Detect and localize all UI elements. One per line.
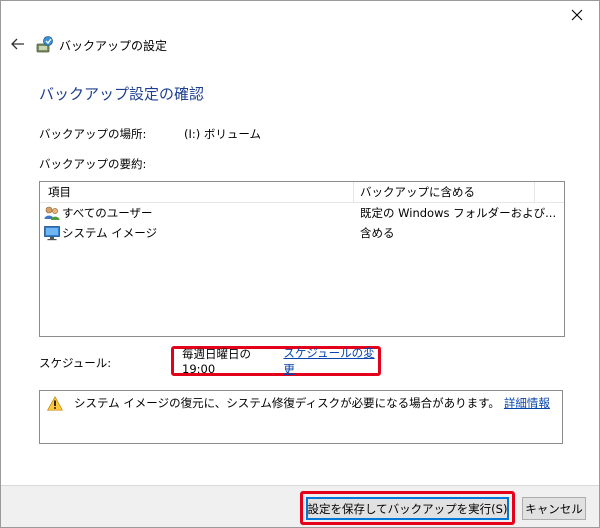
change-schedule-link[interactable]: スケジュールの変更 (283, 345, 378, 377)
row-include-text: 既定の Windows フォルダーおよび... (360, 206, 557, 220)
column-header-item[interactable]: 項目 (40, 182, 353, 202)
warning-text: システム イメージの復元に、システム修復ディスクが必要になる場合があります。 (74, 396, 500, 410)
warning-icon (46, 395, 64, 411)
table-row[interactable]: すべてのユーザー 既定の Windows フォルダーおよび... (40, 203, 564, 223)
monitor-icon (44, 225, 60, 241)
row-include-text: 含める (360, 226, 395, 240)
back-arrow-icon (11, 38, 25, 53)
close-icon (571, 9, 583, 24)
backup-summary-table: 項目 バックアップに含める すべてのユーザー 既定の Windows フォルダー… (39, 181, 565, 337)
more-info-link[interactable]: 詳細情報 (504, 395, 550, 411)
title-bar: バックアップの設定 (9, 35, 167, 55)
table-row[interactable]: システム イメージ 含める (40, 223, 564, 243)
backup-settings-window: バックアップの設定 バックアップ設定の確認 バックアップの場所: (I:) ボリ… (0, 0, 600, 528)
close-button[interactable] (557, 3, 597, 29)
save-and-run-backup-button[interactable]: 設定を保存してバックアップを実行(S) (306, 497, 509, 520)
schedule-label: スケジュール: (39, 356, 112, 370)
row-item-text: システム イメージ (62, 226, 158, 240)
row-item-cell: システム イメージ (40, 225, 353, 241)
backup-summary-label: バックアップの要約: (39, 157, 147, 171)
warning-panel: システム イメージの復元に、システム修復ディスクが必要になる場合があります。 詳… (39, 390, 563, 444)
schedule-highlight: 毎週日曜日の 19:00 スケジュールの変更 (171, 346, 381, 376)
back-button[interactable] (9, 36, 27, 54)
cancel-button[interactable]: キャンセル (522, 497, 586, 520)
table-header: 項目 バックアップに含める (40, 182, 564, 203)
row-item-cell: すべてのユーザー (40, 205, 353, 221)
row-item-text: すべてのユーザー (62, 206, 153, 220)
warning-message: システム イメージの復元に、システム修復ディスクが必要になる場合があります。 詳… (46, 395, 550, 411)
column-header-include[interactable]: バックアップに含める (353, 182, 535, 202)
page-title: バックアップ設定の確認 (39, 85, 205, 103)
backup-location-value: (I:) ボリューム (184, 127, 262, 141)
backup-app-icon (35, 35, 55, 55)
backup-location-label: バックアップの場所: (39, 127, 147, 141)
schedule-value: 毎週日曜日の 19:00 (182, 347, 251, 376)
users-icon (44, 205, 60, 221)
app-title: バックアップの設定 (59, 38, 168, 53)
